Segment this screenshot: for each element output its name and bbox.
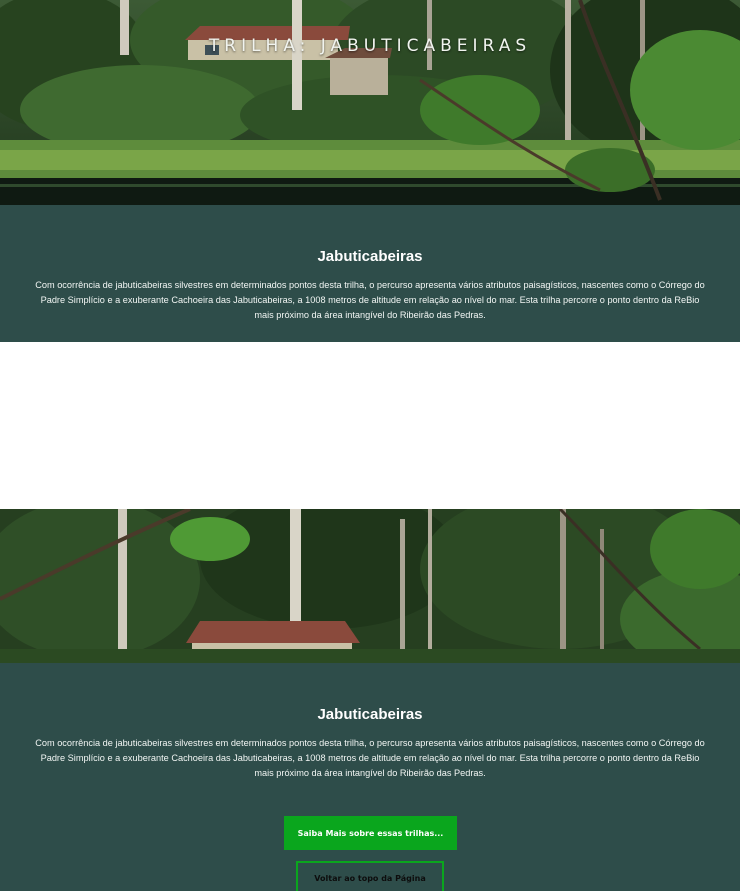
section-heading: Jabuticabeiras (317, 706, 423, 723)
trail-info-section: Jabuticabeiras Com ocorrência de jabutic… (0, 205, 740, 342)
forest-photo-bottom (0, 509, 740, 663)
back-to-top-button[interactable]: Voltar ao topo da Página (296, 861, 444, 891)
learn-more-button[interactable]: Saiba Mais sobre essas trilhas... (284, 816, 457, 850)
section-description: Com ocorrência de jabuticabeiras silvest… (35, 280, 705, 320)
trail-info-section-2: Jabuticabeiras Com ocorrência de jabutic… (0, 663, 740, 891)
forest-photo-top (0, 0, 740, 205)
section-description: Com ocorrência de jabuticabeiras silvest… (35, 738, 705, 778)
hero-image-bottom (0, 509, 740, 663)
hero-image-top: TRILHA: JABUTICABEIRAS (0, 0, 740, 205)
section-heading: Jabuticabeiras (317, 248, 423, 265)
hero-title: TRILHA: JABUTICABEIRAS (208, 36, 532, 56)
